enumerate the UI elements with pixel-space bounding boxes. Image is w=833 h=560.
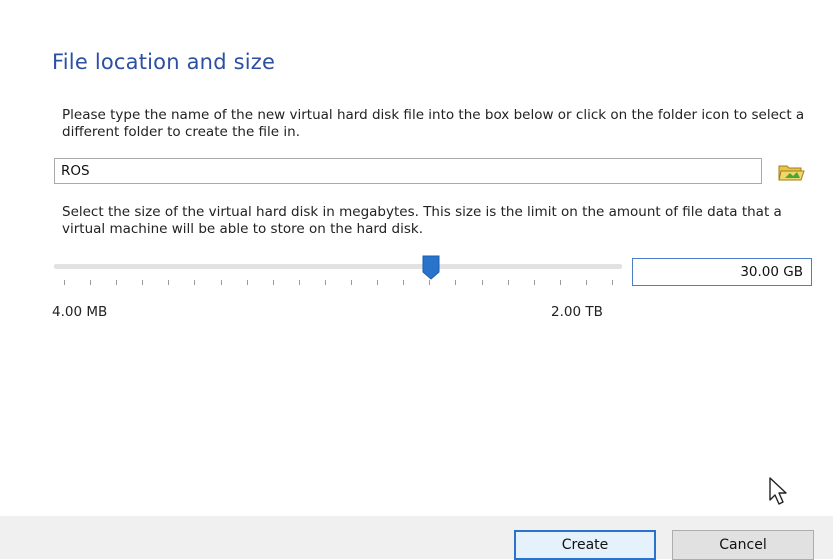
slider-ticks — [64, 280, 613, 286]
slider-tick — [481, 280, 483, 285]
slider-tick — [142, 280, 144, 285]
size-max-label: 2.00 TB — [551, 304, 603, 320]
page-title: File location and size — [52, 50, 276, 74]
cancel-button[interactable]: Cancel — [672, 530, 814, 560]
slider-tick — [168, 280, 170, 285]
slider-tick — [351, 280, 353, 285]
file-name-input[interactable] — [54, 158, 762, 184]
slider-tick — [64, 280, 65, 285]
slider-tick — [455, 280, 457, 285]
slider-tick — [507, 280, 509, 285]
choose-folder-button[interactable] — [776, 159, 806, 185]
slider-track — [54, 264, 622, 269]
slider-tick — [324, 280, 326, 285]
slider-tick — [220, 280, 222, 285]
size-min-label: 4.00 MB — [52, 304, 108, 320]
folder-icon — [778, 165, 805, 181]
slider-tick — [90, 280, 92, 285]
mouse-cursor-icon — [769, 477, 787, 505]
slider-tick — [533, 280, 535, 285]
size-description: Select the size of the virtual hard disk… — [62, 204, 782, 237]
slider-tick — [585, 280, 587, 285]
create-button[interactable]: Create — [514, 530, 656, 560]
slider-tick — [377, 280, 379, 285]
disk-size-input[interactable] — [632, 258, 812, 286]
slider-tick — [272, 280, 274, 285]
slider-tick — [194, 280, 196, 285]
slider-tick — [403, 280, 405, 285]
slider-tick — [559, 280, 561, 285]
slider-tick — [116, 280, 118, 285]
file-description: Please type the name of the new virtual … — [62, 107, 805, 140]
slider-tick — [612, 280, 613, 285]
disk-size-slider[interactable] — [54, 254, 622, 294]
slider-tick — [429, 280, 431, 285]
slider-tick — [246, 280, 248, 285]
slider-thumb[interactable] — [421, 254, 441, 280]
slider-tick — [298, 280, 300, 285]
